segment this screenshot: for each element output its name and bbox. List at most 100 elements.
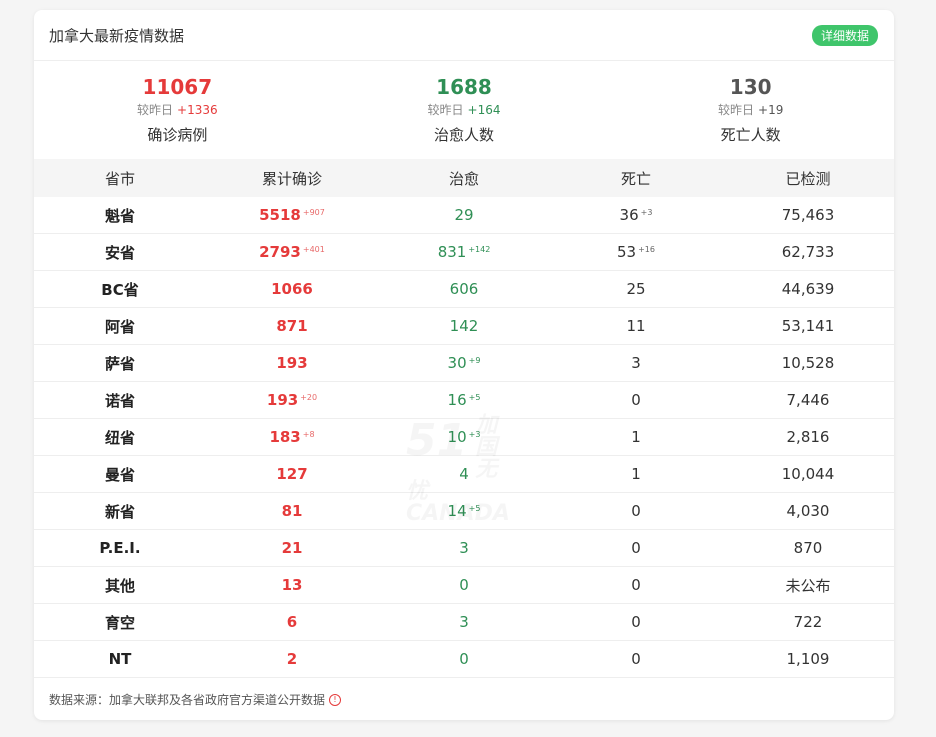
province-cell: 纽省	[34, 418, 206, 456]
province-cell: NT	[34, 640, 206, 678]
summary-label: 治愈人数	[434, 126, 495, 144]
death-cell: 25	[550, 270, 722, 308]
cured-cell-increase: +5	[468, 393, 481, 402]
cured-cell: 4	[378, 455, 550, 493]
province-cell-value: 萨省	[104, 354, 135, 373]
confirmed-cell: 5518 +907	[206, 197, 378, 234]
death-cell-value: 3	[631, 354, 641, 372]
confirmed-cell: 1066	[206, 270, 378, 308]
col-cured: 治愈	[378, 159, 550, 197]
confirmed-cell: 21	[206, 529, 378, 567]
table-row: 阿省 871 142 11 53,141	[34, 307, 894, 345]
cured-cell: 14 +5	[378, 492, 550, 530]
table-row: 新省 81 14 +5 0 4,030	[34, 492, 894, 530]
cured-cell-value: 10	[447, 428, 467, 446]
province-cell: 诺省	[34, 381, 206, 419]
province-cell-value: 其他	[104, 576, 135, 595]
tested-cell: 53,141	[722, 307, 894, 345]
province-cell: 阿省	[34, 307, 206, 345]
tested-cell: 870	[722, 529, 894, 567]
province-cell-value: 曼省	[104, 465, 135, 484]
tested-cell: 1,109	[722, 640, 894, 678]
table-row: 魁省 5518 +907 29 36 +3 75,463	[34, 197, 894, 234]
death-cell-value: 0	[631, 613, 641, 631]
province-cell-value: NT	[108, 650, 132, 668]
cured-cell-increase: +9	[468, 356, 481, 365]
tested-cell-value: 7,446	[786, 391, 830, 409]
tested-cell-value: 1,109	[786, 650, 830, 668]
province-cell-value: BC省	[101, 280, 139, 299]
death-cell-value: 1	[631, 465, 641, 483]
tested-cell: 44,639	[722, 270, 894, 308]
table-row: 萨省 193 30 +9 3 10,528	[34, 344, 894, 382]
cured-cell-value: 0	[459, 650, 469, 668]
confirmed-cell-value: 5518	[259, 206, 301, 224]
confirmed-cell-value: 193	[266, 391, 299, 409]
table-header-row: 省市 累计确诊 治愈 死亡 已检测	[34, 159, 894, 197]
province-cell-value: 育空	[104, 613, 135, 632]
tested-cell: 722	[722, 603, 894, 641]
detail-data-button[interactable]: 详细数据	[811, 24, 878, 46]
summary-confirmed: 11067 较昨日 +1336 确诊病例	[34, 61, 321, 159]
province-table: 省市 累计确诊 治愈 死亡 已检测 魁省 5518 +907 29 36 +3 75,463…	[34, 159, 894, 678]
tested-cell: 10,044	[722, 455, 894, 493]
death-cell: 0	[550, 529, 722, 567]
province-cell: 安省	[34, 233, 206, 271]
confirmed-cell-value: 127	[276, 465, 308, 483]
tested-cell-value: 10,528	[781, 354, 835, 372]
death-cell-value: 11	[626, 317, 646, 335]
death-cell-value: 0	[631, 576, 641, 594]
summary-delta: 较昨日 +1336	[137, 103, 218, 117]
death-cell-increase: +16	[638, 245, 655, 254]
death-cell: 0	[550, 381, 722, 419]
tested-cell: 75,463	[722, 197, 894, 234]
death-cell: 0	[550, 566, 722, 604]
confirmed-cell-value: 193	[276, 354, 308, 372]
cured-cell-value: 4	[459, 465, 469, 483]
tested-cell-value: 722	[793, 613, 823, 631]
cured-cell-value: 142	[449, 317, 479, 335]
confirmed-cell-value: 2793	[259, 243, 301, 261]
confirmed-cell: 183 +8	[206, 418, 378, 456]
confirmed-cell-value: 81	[281, 502, 303, 520]
footer: 数据来源：加拿大联邦及各省政府官方渠道公开数据 !	[34, 678, 894, 720]
cured-cell-increase: +5	[468, 504, 481, 513]
summary-value: 1688	[436, 75, 492, 99]
province-cell-value: 诺省	[104, 391, 135, 410]
confirmed-cell-increase: +907	[302, 208, 325, 217]
death-cell-value: 0	[631, 650, 641, 668]
confirmed-cell: 2	[206, 640, 378, 678]
tested-cell: 7,446	[722, 381, 894, 419]
confirmed-cell: 13	[206, 566, 378, 604]
death-cell-value: 36	[619, 206, 639, 224]
death-cell-value: 0	[631, 502, 641, 520]
table-body: 魁省 5518 +907 29 36 +3 75,463 安省 2793 +401 831 +142 5…	[34, 197, 894, 678]
confirmed-cell-increase: +401	[302, 245, 325, 254]
cured-cell-value: 16	[447, 391, 467, 409]
death-cell: 1	[550, 455, 722, 493]
confirmed-cell: 127	[206, 455, 378, 493]
cured-cell-value: 29	[454, 206, 474, 224]
province-cell-value: 安省	[104, 243, 135, 262]
col-tested: 已检测	[722, 159, 894, 197]
province-cell: 魁省	[34, 197, 206, 234]
cured-cell: 10 +3	[378, 418, 550, 456]
tested-cell-value: 870	[793, 539, 823, 557]
tested-cell-value: 53,141	[781, 317, 835, 335]
confirmed-cell-value: 871	[276, 317, 308, 335]
info-icon[interactable]: !	[329, 693, 342, 706]
province-cell-value: 魁省	[104, 206, 135, 225]
cured-cell-value: 3	[459, 539, 469, 557]
cured-cell: 16 +5	[378, 381, 550, 419]
cured-cell: 0	[378, 566, 550, 604]
death-cell: 0	[550, 640, 722, 678]
col-province: 省市	[34, 159, 206, 197]
confirmed-cell-value: 2	[286, 650, 298, 668]
cured-cell: 142	[378, 307, 550, 345]
tested-cell-value: 10,044	[781, 465, 835, 483]
cured-cell-value: 3	[459, 613, 469, 631]
province-cell-value: P.E.I.	[99, 539, 141, 557]
confirmed-cell: 193	[206, 344, 378, 382]
table-row: 育空 6 3 0 722	[34, 603, 894, 641]
death-cell-value: 0	[631, 391, 641, 409]
